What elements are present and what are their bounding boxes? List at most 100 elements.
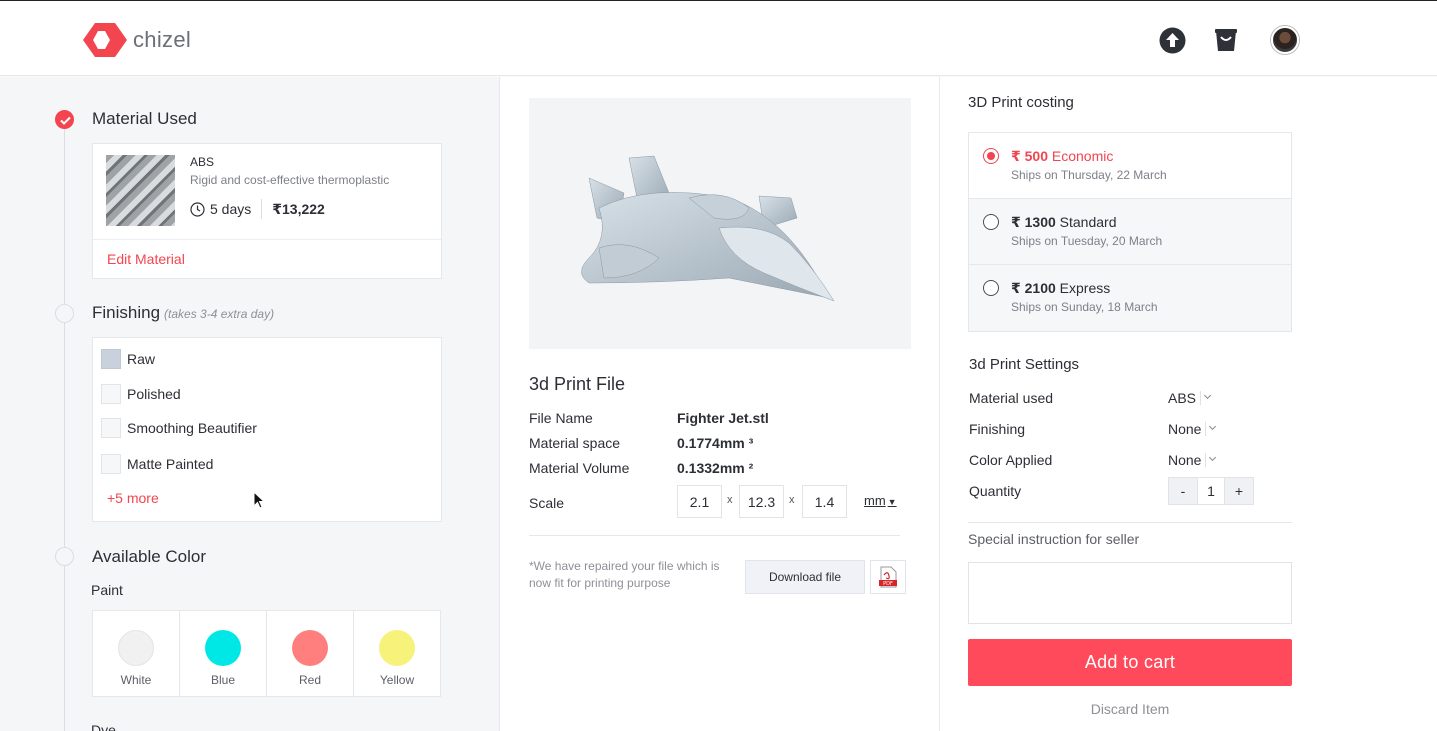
special-instruction-input[interactable] (968, 562, 1292, 624)
pdf-download-button[interactable]: PDF (870, 560, 906, 594)
svg-text:PDF: PDF (883, 581, 893, 587)
radio-button[interactable] (983, 280, 999, 296)
setting-color-dropdown[interactable]: None (1168, 452, 1219, 468)
option-price: ₹ 2100 Express (1011, 280, 1111, 296)
chevron-down-icon (1205, 422, 1219, 436)
setting-material: Material used ABS (969, 390, 1202, 406)
checkbox[interactable] (101, 384, 121, 404)
upload-button[interactable] (1159, 27, 1186, 59)
scale-separator: x (727, 494, 733, 506)
file-row-label: Material Volume (529, 460, 630, 476)
divider (968, 522, 1292, 523)
material-description: Rigid and cost-effective thermoplastic (190, 173, 390, 187)
file-row-label: File Name (529, 410, 593, 426)
checkbox[interactable] (101, 349, 121, 369)
paint-swatches: White Blue Red Yellow (92, 610, 441, 697)
cart-button[interactable] (1214, 27, 1238, 58)
finishing-step-title: Finishing (takes 3-4 extra day) (92, 303, 274, 323)
discard-item-link[interactable]: Discard Item (968, 701, 1292, 717)
option-ship-date: Ships on Tuesday, 20 March (1011, 234, 1163, 248)
setting-finishing: Finishing None (969, 421, 1207, 437)
material-name: ABS (190, 155, 215, 169)
material-meta: 5 days ₹13,222 (190, 199, 325, 219)
repair-note: *We have repaired your file which is now… (529, 559, 720, 590)
swatch-name: Yellow (379, 673, 415, 687)
step-finishing-dot (55, 304, 74, 323)
setting-quantity: Quantity (969, 483, 1021, 499)
swatch-circle (379, 630, 415, 666)
file-row-label: Material space (529, 435, 621, 451)
file-row-value: 0.1332mm ² (677, 460, 754, 476)
material-days: 5 days (210, 201, 252, 217)
swatch-name: White (120, 673, 152, 687)
swatch-red[interactable]: Red (267, 611, 354, 696)
material-image (106, 155, 175, 226)
file-row-value: 0.1774mm ³ (677, 435, 754, 451)
logo-text: chizel (133, 27, 192, 52)
setting-label: Finishing (969, 421, 1026, 437)
avatar[interactable] (1271, 26, 1299, 54)
setting-finishing-dropdown[interactable]: None (1168, 421, 1219, 437)
finishing-option-polished[interactable]: Polished (101, 384, 181, 404)
configuration-panel: Material Used ABS Rigid and cost-effecti… (0, 77, 500, 731)
add-to-cart-button[interactable]: Add to cart (968, 639, 1292, 686)
scale-x-input[interactable]: 2.1 (677, 485, 722, 518)
swatch-blue[interactable]: Blue (180, 611, 267, 696)
radio-button[interactable] (983, 148, 999, 164)
upload-icon (1159, 27, 1186, 54)
material-price: ₹13,222 (272, 200, 325, 217)
color-step-title: Available Color (92, 547, 207, 566)
finishing-option-matte[interactable]: Matte Painted (101, 454, 213, 474)
dye-label: Dye (91, 722, 116, 731)
finishing-option-label: Polished (127, 386, 181, 402)
setting-color: Color Applied None (969, 452, 1207, 468)
quantity-stepper: - 1 + (1168, 477, 1254, 505)
cart-icon (1215, 29, 1237, 51)
costing-options: ₹ 500 Economic Ships on Thursday, 22 Mar… (968, 132, 1292, 332)
finishing-title-text: Finishing (92, 303, 161, 322)
material-space-row: Material space 0.1774mm ³ (529, 435, 753, 451)
swatch-circle (205, 630, 241, 666)
dropdown-arrow-icon: ▼ (887, 497, 897, 507)
costing-option-express[interactable]: ₹ 2100 Express Ships on Sunday, 18 March (969, 265, 1291, 331)
scale-separator: x (789, 494, 795, 506)
paint-label: Paint (91, 582, 123, 598)
file-name-row: File Name Fighter Jet.stl (529, 410, 769, 426)
quantity-plus-button[interactable]: + (1225, 478, 1253, 504)
finishing-hint: (takes 3-4 extra day) (164, 307, 275, 321)
checkbox[interactable] (101, 454, 121, 474)
scale-y-input[interactable]: 12.3 (739, 485, 784, 518)
quantity-minus-button[interactable]: - (1169, 478, 1197, 504)
swatch-yellow[interactable]: Yellow (354, 611, 440, 696)
option-ship-date: Ships on Thursday, 22 March (1011, 168, 1167, 182)
costing-panel: 3D Print costing ₹ 500 Economic Ships on… (941, 77, 1437, 731)
edit-material-link[interactable]: Edit Material (107, 251, 185, 267)
finishing-option-label: Matte Painted (127, 456, 214, 472)
chizel-logo-icon (83, 23, 127, 57)
unit-dropdown[interactable]: mm ▼ (864, 493, 897, 508)
scale-z-input[interactable]: 1.4 (802, 485, 847, 518)
step-material-check-icon (55, 110, 74, 129)
setting-label: Color Applied (969, 452, 1053, 468)
quantity-value[interactable]: 1 (1197, 478, 1225, 504)
more-finishing-link[interactable]: +5 more (107, 490, 159, 506)
pdf-icon: PDF (879, 566, 897, 588)
radio-button[interactable] (983, 214, 999, 230)
swatch-white[interactable]: White (93, 611, 180, 696)
step-timeline (64, 119, 65, 731)
logo[interactable]: chizel (83, 23, 191, 57)
model-preview[interactable] (529, 98, 911, 349)
costing-option-standard[interactable]: ₹ 1300 Standard Ships on Tuesday, 20 Mar… (969, 199, 1291, 265)
settings-title: 3d Print Settings (969, 356, 1080, 373)
finishing-option-raw[interactable]: Raw (101, 349, 155, 369)
checkbox[interactable] (101, 418, 121, 438)
finishing-option-label: Smoothing Beautifier (127, 420, 257, 436)
setting-material-dropdown[interactable]: ABS (1168, 390, 1214, 406)
special-instruction-label: Special instruction for seller (968, 531, 1140, 547)
costing-option-economic[interactable]: ₹ 500 Economic Ships on Thursday, 22 Mar… (969, 133, 1291, 199)
scale-label: Scale (529, 495, 565, 511)
material-volume-row: Material Volume 0.1332mm ² (529, 460, 753, 476)
fighter-jet-model-icon (581, 155, 835, 302)
download-file-button[interactable]: Download file (745, 560, 865, 594)
finishing-option-smoothing[interactable]: Smoothing Beautifier (101, 418, 257, 438)
